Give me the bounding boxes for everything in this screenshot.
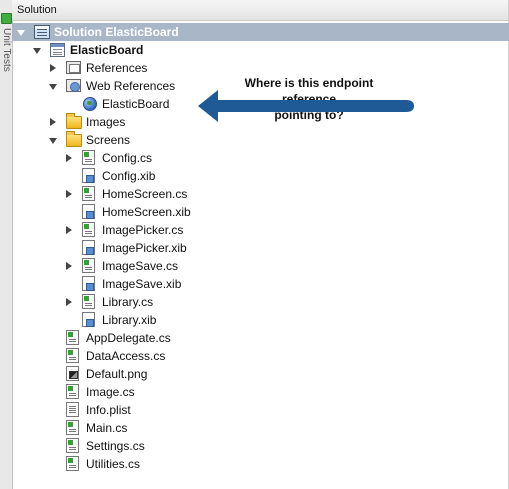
xib-file-icon	[82, 240, 95, 255]
references-label: References	[86, 61, 148, 75]
tree-row-file[interactable]: ImagePicker.cs	[12, 221, 509, 239]
file-label: ImagePicker.xib	[102, 241, 187, 255]
file-label: ImagePicker.cs	[102, 223, 184, 237]
solution-icon	[34, 25, 50, 39]
tree-row-file[interactable]: Library.xib	[12, 311, 509, 329]
file-label: Utilities.cs	[86, 457, 141, 471]
tree-row-file[interactable]: Main.cs	[12, 419, 509, 437]
project-label: ElasticBoard	[70, 43, 144, 57]
file-label: Main.cs	[86, 421, 128, 435]
file-label: AppDelegate.cs	[86, 331, 171, 345]
expand-triangle-icon[interactable]	[33, 48, 41, 54]
folder-icon	[66, 113, 82, 129]
cs-file-icon	[66, 330, 79, 345]
folder-icon	[66, 131, 82, 147]
file-label: Image.cs	[86, 385, 135, 399]
file-label: Info.plist	[86, 403, 131, 417]
tree-row-file[interactable]: ImageSave.xib	[12, 275, 509, 293]
png-file-icon	[66, 366, 79, 381]
tree-row-file[interactable]: DataAccess.cs	[12, 347, 509, 365]
cs-file-icon	[82, 186, 95, 201]
tree-row-solution[interactable]: Solution ElasticBoard	[12, 23, 509, 41]
expand-triangle-icon[interactable]	[50, 64, 56, 72]
expand-triangle-icon[interactable]	[66, 298, 72, 306]
file-label: ImageSave.cs	[102, 259, 179, 273]
tree-row-file[interactable]: HomeScreen.xib	[12, 203, 509, 221]
cs-file-icon	[66, 438, 79, 453]
xib-file-icon	[82, 312, 95, 327]
cs-file-icon	[82, 258, 95, 273]
images-label: Images	[86, 115, 126, 129]
file-label: Settings.cs	[86, 439, 145, 453]
cs-file-icon	[82, 294, 95, 309]
cs-file-icon	[66, 420, 79, 435]
expand-triangle-icon[interactable]	[49, 84, 57, 90]
expand-triangle-icon[interactable]	[49, 138, 57, 144]
tree-row-file[interactable]: Config.xib	[12, 167, 509, 185]
unit-tests-icon[interactable]	[1, 13, 12, 24]
expand-triangle-icon[interactable]	[66, 226, 72, 234]
expand-triangle-icon[interactable]	[50, 118, 56, 126]
file-label: Library.xib	[102, 313, 157, 327]
file-label: DataAccess.cs	[86, 349, 166, 363]
file-label: ImageSave.xib	[102, 277, 182, 291]
plist-file-icon	[66, 402, 79, 417]
expand-triangle-icon[interactable]	[17, 30, 25, 36]
unit-tests-label[interactable]: Unit Tests	[0, 28, 12, 72]
file-label: Default.png	[86, 367, 148, 381]
file-label: HomeScreen.cs	[102, 187, 188, 201]
cs-file-icon	[82, 150, 95, 165]
file-label: HomeScreen.xib	[102, 205, 191, 219]
xib-file-icon	[82, 168, 95, 183]
web-reference-item-label: ElasticBoard	[102, 97, 170, 111]
cs-file-icon	[66, 384, 79, 399]
expand-triangle-icon[interactable]	[66, 190, 72, 198]
tree-row-file[interactable]: AppDelegate.cs	[12, 329, 509, 347]
cs-file-icon	[66, 456, 79, 471]
web-references-label: Web References	[86, 79, 176, 93]
tree-row-file[interactable]: HomeScreen.cs	[12, 185, 509, 203]
references-icon	[66, 61, 81, 74]
cs-file-icon	[82, 222, 95, 237]
web-references-icon	[66, 79, 81, 92]
tree-row-file[interactable]: Config.cs	[12, 149, 509, 167]
tree-row-file[interactable]: ImageSave.cs	[12, 257, 509, 275]
tree-row-file[interactable]: Info.plist	[12, 401, 509, 419]
panel-title: Solution	[17, 4, 57, 16]
tree-row-file[interactable]: Image.cs	[12, 383, 509, 401]
project-icon	[50, 43, 65, 57]
annotation-arrow-icon	[198, 90, 414, 122]
xib-file-icon	[82, 276, 95, 291]
screens-label: Screens	[86, 133, 131, 147]
file-label: Config.xib	[102, 169, 156, 183]
solution-panel-header: Solution	[12, 0, 509, 21]
file-label: Library.cs	[102, 295, 154, 309]
tree-row-file[interactable]: ImagePicker.xib	[12, 239, 509, 257]
file-label: Config.cs	[102, 151, 153, 165]
tree-row-project[interactable]: ElasticBoard	[12, 41, 509, 59]
solution-label: Solution ElasticBoard	[54, 25, 179, 39]
tree-row-file[interactable]: Utilities.cs	[12, 455, 509, 473]
expand-triangle-icon[interactable]	[66, 262, 72, 270]
expand-triangle-icon[interactable]	[66, 154, 72, 162]
xib-file-icon	[82, 204, 95, 219]
tree-row-file[interactable]: Default.png	[12, 365, 509, 383]
tree-row-file[interactable]: Library.cs	[12, 293, 509, 311]
tree-row-file[interactable]: Settings.cs	[12, 437, 509, 455]
cs-file-icon	[66, 348, 79, 363]
globe-icon	[83, 97, 97, 111]
